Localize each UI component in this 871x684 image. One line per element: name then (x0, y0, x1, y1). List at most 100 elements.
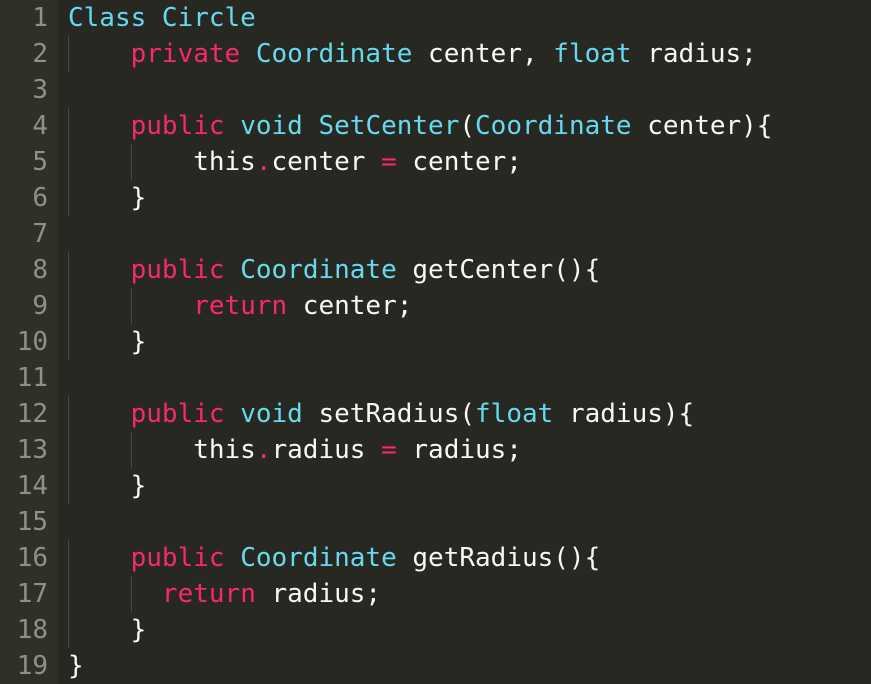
code-token-plain: ( (459, 111, 476, 141)
code-text[interactable]: } (68, 324, 147, 360)
line-number: 7 (32, 219, 48, 249)
code-text[interactable]: this.center = center; (68, 144, 522, 180)
code-text[interactable]: Class Circle (68, 0, 256, 36)
line-number: 13 (16, 435, 48, 465)
line-number: 14 (16, 471, 48, 501)
code-token-keyword: public (130, 111, 225, 141)
code-token-type: float (553, 39, 632, 69)
code-token-plain: center (271, 147, 382, 177)
code-line[interactable]: 3 (0, 72, 871, 108)
line-number: 19 (16, 651, 48, 681)
code-text[interactable]: } (68, 648, 84, 684)
code-text[interactable]: public void SetCenter(Coordinate center)… (68, 108, 773, 144)
code-token-op: . (255, 435, 272, 465)
code-text[interactable]: public Coordinate getCenter(){ (68, 252, 601, 288)
code-token-keyword: private (130, 39, 241, 69)
line-number: 12 (16, 399, 48, 429)
code-line[interactable]: 5 this.center = center; (0, 144, 871, 180)
code-token-type: Class Circle (68, 3, 256, 33)
line-number: 3 (32, 75, 48, 105)
code-token-plain: } (68, 183, 147, 213)
code-token-keyword: public (130, 255, 225, 285)
code-token-op: = (381, 435, 397, 465)
code-text[interactable]: } (68, 612, 147, 648)
code-token-plain: getCenter(){ (396, 255, 601, 285)
code-token-plain: center; (287, 291, 413, 321)
code-text[interactable]: return center; (68, 288, 412, 324)
line-number: 8 (32, 255, 48, 285)
code-token-op: . (255, 147, 272, 177)
code-text[interactable]: this.radius = radius; (68, 432, 522, 468)
code-token-plain: } (68, 471, 147, 501)
line-number: 18 (16, 615, 48, 645)
code-token-keyword: return (193, 291, 288, 321)
code-token-type: Coordinate (240, 543, 397, 573)
code-token-plain: } (68, 651, 84, 681)
code-line[interactable]: 16 public Coordinate getRadius(){ (0, 540, 871, 576)
code-token-keyword: public (130, 543, 225, 573)
code-token-func: SetCenter (318, 111, 460, 141)
code-token-plain: radius; (631, 39, 757, 69)
code-text[interactable]: } (68, 468, 147, 504)
code-line[interactable]: 9 return center; (0, 288, 871, 324)
code-line[interactable]: 18 } (0, 612, 871, 648)
code-token-op: = (381, 147, 397, 177)
code-line[interactable]: 6 } (0, 180, 871, 216)
code-token-plain: center; (396, 147, 522, 177)
code-text[interactable]: return radius; (68, 576, 381, 612)
code-token-keyword: return (161, 579, 256, 609)
code-lines[interactable]: 1 Class Circle 2 private Coordinate center… (0, 0, 871, 684)
code-line[interactable]: 17 return radius; (0, 576, 871, 612)
code-token-plain: this (68, 435, 256, 465)
code-text[interactable]: private Coordinate center, float radius; (68, 36, 757, 72)
code-token-plain: center, (412, 39, 554, 69)
line-number: 4 (32, 111, 48, 141)
code-token-type: Coordinate (255, 39, 413, 69)
code-text[interactable]: public void setRadius(float radius){ (68, 396, 695, 432)
code-token-plain: this (68, 147, 256, 177)
code-line[interactable]: 12 public void setRadius(float radius){ (0, 396, 871, 432)
code-token-plain: center){ (631, 111, 773, 141)
code-token-plain: setRadius( (302, 399, 476, 429)
line-number: 16 (16, 543, 48, 573)
code-line[interactable]: 10 } (0, 324, 871, 360)
code-line[interactable]: 14 } (0, 468, 871, 504)
line-number: 9 (32, 291, 48, 321)
code-token-type: Coordinate (240, 255, 397, 285)
code-line[interactable]: 15 (0, 504, 871, 540)
code-editor[interactable]: 1 Class Circle 2 private Coordinate center… (0, 0, 871, 684)
code-token-plain: getRadius(){ (396, 543, 601, 573)
code-line[interactable]: 13 this.radius = radius; (0, 432, 871, 468)
code-line[interactable]: 7 (0, 216, 871, 252)
code-line[interactable]: 19} (0, 648, 871, 684)
line-number: 2 (32, 39, 48, 69)
code-token-plain: radius; (255, 579, 382, 609)
code-token-plain: } (68, 327, 147, 357)
code-line[interactable]: 2 private Coordinate center, float radiu… (0, 36, 871, 72)
code-line[interactable]: 4 public void SetCenter(Coordinate cente… (0, 108, 871, 144)
code-token-type: void (240, 111, 303, 141)
code-text[interactable]: } (68, 180, 147, 216)
code-token-plain: } (68, 615, 147, 645)
line-number: 17 (16, 579, 48, 609)
line-number: 11 (16, 363, 48, 393)
line-number: 6 (32, 183, 48, 213)
code-token-type: void (240, 399, 303, 429)
line-number: 1 (32, 3, 48, 33)
code-line[interactable]: 8 public Coordinate getCenter(){ (0, 252, 871, 288)
code-line[interactable]: 1 Class Circle (0, 0, 871, 36)
code-token-type: Coordinate (475, 111, 632, 141)
code-line[interactable]: 11 (0, 360, 871, 396)
code-text[interactable]: public Coordinate getRadius(){ (68, 540, 601, 576)
